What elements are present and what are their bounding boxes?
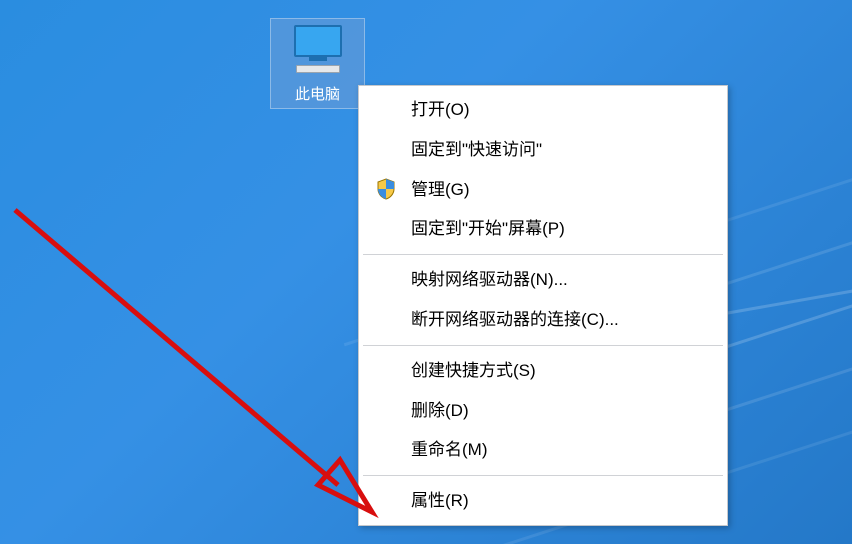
desktop-icon-label: 此电脑 xyxy=(273,83,362,104)
context-menu: 打开(O) 固定到"快速访问" 管理(G) 固定到"开始"屏幕(P) 映射网络驱… xyxy=(358,85,728,526)
menu-separator xyxy=(363,254,723,255)
menu-item-label: 重命名(M) xyxy=(411,440,487,459)
menu-item-label: 创建快捷方式(S) xyxy=(411,361,536,380)
menu-item-label: 断开网络驱动器的连接(C)... xyxy=(411,310,619,329)
menu-item-label: 映射网络驱动器(N)... xyxy=(411,270,568,289)
shield-icon xyxy=(376,178,396,200)
menu-item-pin-quick-access[interactable]: 固定到"快速访问" xyxy=(361,130,725,170)
menu-item-manage[interactable]: 管理(G) xyxy=(361,170,725,210)
menu-separator xyxy=(363,345,723,346)
menu-item-delete[interactable]: 删除(D) xyxy=(361,391,725,431)
menu-item-rename[interactable]: 重命名(M) xyxy=(361,430,725,470)
menu-item-label: 属性(R) xyxy=(411,491,469,510)
menu-item-label: 管理(G) xyxy=(411,180,470,199)
menu-item-create-shortcut[interactable]: 创建快捷方式(S) xyxy=(361,351,725,391)
menu-item-properties[interactable]: 属性(R) xyxy=(361,481,725,521)
menu-item-label: 固定到"快速访问" xyxy=(411,140,542,159)
computer-icon xyxy=(288,25,348,77)
menu-item-map-network-drive[interactable]: 映射网络驱动器(N)... xyxy=(361,260,725,300)
menu-item-label: 删除(D) xyxy=(411,401,469,420)
this-pc-desktop-icon[interactable]: 此电脑 xyxy=(270,18,365,109)
menu-item-open[interactable]: 打开(O) xyxy=(361,90,725,130)
menu-item-disconnect-network-drive[interactable]: 断开网络驱动器的连接(C)... xyxy=(361,300,725,340)
menu-separator xyxy=(363,475,723,476)
menu-item-pin-start[interactable]: 固定到"开始"屏幕(P) xyxy=(361,209,725,249)
menu-item-label: 固定到"开始"屏幕(P) xyxy=(411,219,565,238)
menu-item-label: 打开(O) xyxy=(411,100,470,119)
